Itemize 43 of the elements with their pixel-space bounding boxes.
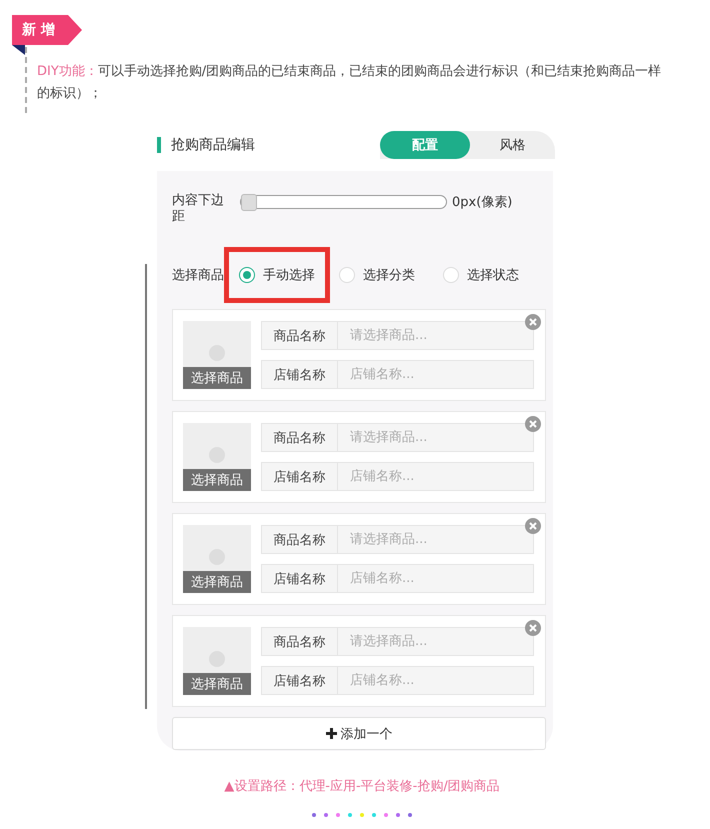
option-label: 选择状态 (467, 267, 519, 284)
plus-icon (326, 728, 336, 739)
field-label: 店铺名称 (261, 360, 338, 389)
field-label: 商品名称 (261, 423, 338, 452)
field-label: 商品名称 (261, 321, 338, 350)
input-field[interactable]: 请选择商品... (338, 627, 534, 656)
input-field[interactable]: 请选择商品... (338, 321, 534, 350)
section-tag: 新 增 (12, 15, 82, 45)
feature-description: DIY功能：可以手动选择抢购/团购商品的已结束商品，已结束的团购商品会进行标识（和已结束抢购商品一样的标识）； (37, 63, 662, 103)
input-field[interactable]: 店铺名称... (338, 360, 534, 389)
option-label: 手动选择 (263, 267, 315, 284)
close-icon[interactable] (525, 314, 541, 330)
highlighted-radio-option[interactable]: 手动选择 (224, 247, 330, 303)
input-field[interactable]: 店铺名称... (338, 564, 534, 593)
field-label: 店铺名称 (261, 666, 338, 695)
select-product-button[interactable]: 选择商品 (183, 367, 251, 389)
tag-fold-icon (12, 45, 25, 55)
margin-slider[interactable] (240, 195, 447, 209)
close-icon[interactable] (525, 518, 541, 534)
close-icon[interactable] (525, 620, 541, 636)
radio-option[interactable]: 选择状态 (428, 247, 534, 303)
field-label: 商品名称 (261, 627, 338, 656)
panel-title: 抢购商品编辑 (157, 137, 255, 153)
add-button[interactable]: 添加一个 (172, 717, 546, 750)
option-label: 选择分类 (363, 267, 415, 284)
slider-reading: 0px(像素) (452, 194, 512, 211)
setting-label: 选择商品 (172, 267, 224, 284)
tab[interactable]: 风格 (470, 131, 555, 159)
setting-path-caption: ▲设置路径：代理-应用-平台装修-抢购/团购商品 (224, 779, 500, 794)
field-label: 店铺名称 (261, 462, 338, 491)
input-field[interactable]: 请选择商品... (338, 525, 534, 554)
input-field[interactable]: 店铺名称... (338, 666, 534, 695)
select-product-button[interactable]: 选择商品 (183, 571, 251, 593)
field-label: 店铺名称 (261, 564, 338, 593)
setting-label: 内容下边距 (172, 193, 225, 225)
input-field[interactable]: 店铺名称... (338, 462, 534, 491)
input-field[interactable]: 请选择商品... (338, 423, 534, 452)
radio-icon[interactable] (239, 267, 255, 283)
select-product-button[interactable]: 选择商品 (183, 673, 251, 695)
field-label: 商品名称 (261, 525, 338, 554)
close-icon[interactable] (525, 416, 541, 432)
select-product-button[interactable]: 选择商品 (183, 469, 251, 491)
slider-thumb[interactable] (241, 194, 257, 211)
